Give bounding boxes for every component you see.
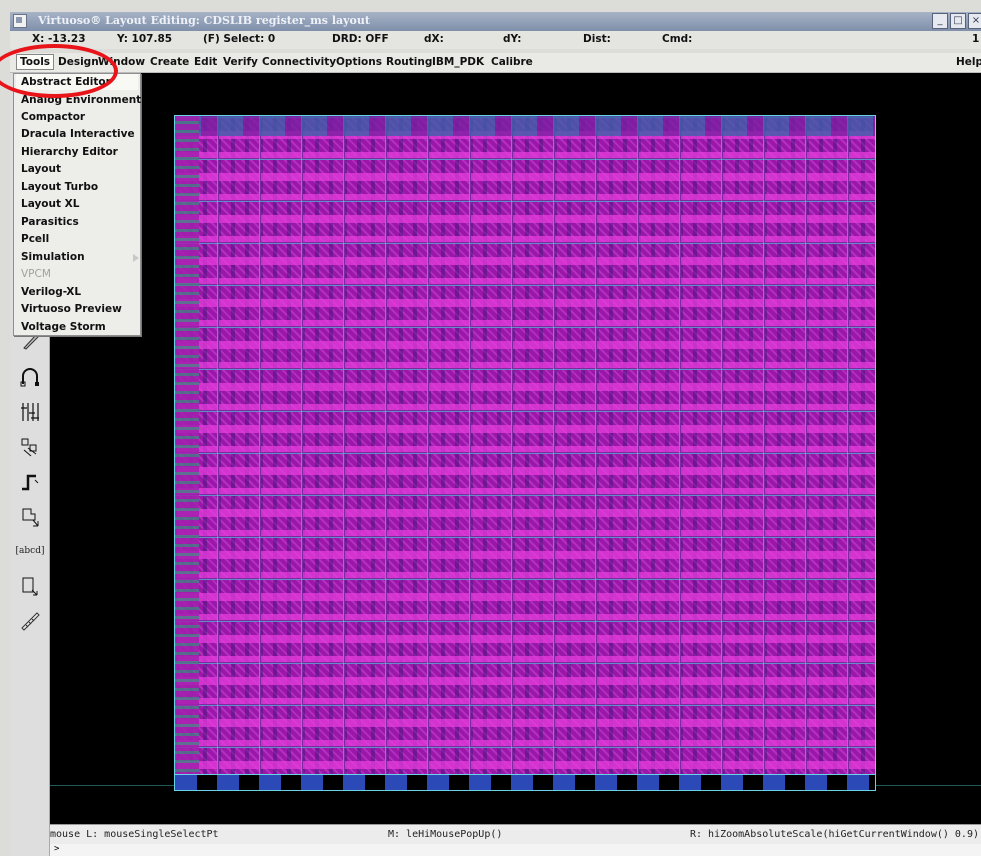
tools-menu-item-parasitics[interactable]: Parasitics [21,214,79,230]
measure-ruler-icon[interactable] [15,607,45,635]
label-icon[interactable]: [abcd] [15,537,45,565]
minimize-button[interactable]: _ [932,13,948,29]
menu-bar: Tools Design Window Create Edit Verify C… [10,53,981,73]
menu-edit[interactable]: Edit [194,56,217,68]
layout-bottom-row [175,774,875,790]
tools-menu: Abstract Editor Analog Environment Compa… [13,73,141,336]
layout-left-column [175,116,199,790]
menu-connectivity[interactable]: Connectivity [262,56,336,68]
stretch-icon[interactable] [15,503,45,531]
submenu-arrow-icon [133,254,139,262]
menu-calibre[interactable]: Calibre [491,56,533,68]
layout-canvas[interactable] [50,73,981,824]
move-icon[interactable] [15,433,45,461]
drd-status: DRD: OFF [332,33,389,45]
status-trailing: 1 [972,33,980,45]
tools-menu-item-compactor[interactable]: Compactor [21,109,85,125]
dist-readout: Dist: [583,33,611,45]
mouse-middle-binding: M: leHiMousePopUp() [388,829,503,840]
tools-menu-item-layout-turbo[interactable]: Layout Turbo [21,179,98,195]
path-icon[interactable] [15,468,45,496]
grid-array-icon[interactable] [15,398,45,426]
cmd-readout: Cmd: [662,33,693,45]
register-layout-array[interactable] [174,115,876,791]
dy-readout: dY: [503,33,522,45]
undo-arc-icon[interactable] [15,363,45,391]
layout-top-row [175,116,875,136]
menu-verify[interactable]: Verify [223,56,258,68]
select-count: (F) Select: 0 [203,33,276,45]
mouse-binding-bar: mouse L: mouseSingleSelectPt M: leHiMous… [50,824,981,844]
close-button[interactable]: × [968,13,981,29]
coordinate-status-bar: X: -13.23 Y: 107.85 (F) Select: 0 DRD: O… [10,31,981,49]
menu-create[interactable]: Create [150,56,189,68]
virtuoso-window: Virtuoso® Layout Editing: CDSLIB registe… [0,0,981,856]
tools-menu-item-verilog-xl[interactable]: Verilog-XL [21,284,81,300]
tools-menu-item-simulation-label: Simulation [21,251,85,263]
tools-menu-item-vpcm: VPCM [21,268,51,280]
maximize-button[interactable]: □ [950,13,966,29]
tools-menu-item-voltage-storm[interactable]: Voltage Storm [21,319,106,335]
tools-menu-item-layout-xl[interactable]: Layout XL [21,196,79,212]
menu-routing[interactable]: Routing [386,56,432,68]
select-rect-icon[interactable] [15,572,45,600]
tools-menu-item-virtuoso-preview[interactable]: Virtuoso Preview [21,301,122,317]
window-app-icon[interactable] [13,14,27,28]
prompt-symbol: > [54,844,60,854]
command-prompt[interactable]: > [50,844,981,856]
mouse-right-binding: R: hiZoomAbsoluteScale(hiGetCurrentWindo… [690,829,979,840]
title-bar: Virtuoso® Layout Editing: CDSLIB registe… [10,12,981,31]
dx-readout: dX: [424,33,444,45]
tools-menu-item-hierarchy-editor[interactable]: Hierarchy Editor [21,144,118,160]
tools-menu-item-simulation[interactable]: Simulation [21,249,143,265]
tools-menu-item-layout[interactable]: Layout [21,161,61,177]
menu-ibm-pdk[interactable]: IBM_PDK [432,56,484,68]
menu-options[interactable]: Options [336,56,382,68]
window-title: Virtuoso® Layout Editing: CDSLIB registe… [38,14,370,27]
mouse-left-binding: mouse L: mouseSingleSelectPt [50,829,219,840]
y-coordinate: Y: 107.85 [117,33,173,45]
tools-menu-item-dracula-interactive[interactable]: Dracula Interactive [21,126,135,142]
tools-menu-item-pcell[interactable]: Pcell [21,231,49,247]
menu-help[interactable]: Help [956,56,981,68]
